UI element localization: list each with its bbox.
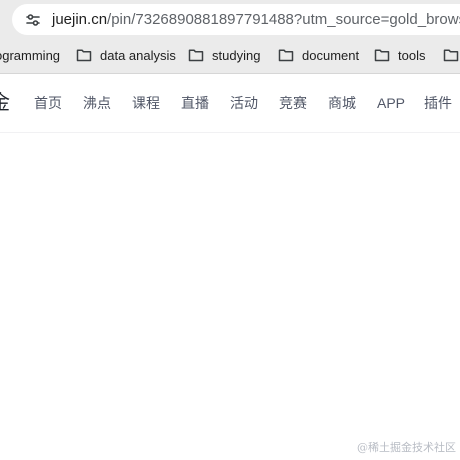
bookmark-label: data analysis <box>100 47 176 63</box>
bookmark-studying[interactable]: studying <box>188 45 260 65</box>
bookmark-overflow[interactable] <box>443 45 460 65</box>
nav-contests[interactable]: 竞赛 <box>279 93 307 113</box>
folder-icon <box>278 49 294 62</box>
nav-pins[interactable]: 沸点 <box>83 93 111 113</box>
url-path: /pin/7326890881897791488?utm_source=gold… <box>107 11 460 28</box>
nav-app[interactable]: APP <box>377 93 405 113</box>
folder-icon <box>443 49 459 62</box>
bookmark-label: document <box>302 47 360 63</box>
bookmark-tools[interactable]: tools <box>374 45 425 65</box>
site-logo[interactable]: 金 <box>0 91 10 115</box>
bookmarks-bar: ogramming data analysis studying documen… <box>0 40 460 70</box>
bookmark-programming[interactable]: ogramming <box>0 45 60 65</box>
site-header: 金 首页 沸点 课程 直播 活动 竞赛 商城 APP 插件 <box>0 74 460 133</box>
folder-icon <box>374 49 390 62</box>
bookmark-data-analysis[interactable]: data analysis <box>76 45 176 65</box>
nav-home[interactable]: 首页 <box>34 93 62 113</box>
folder-icon <box>188 49 204 62</box>
nav-plugins[interactable]: 插件 <box>424 93 452 113</box>
bookmark-document[interactable]: document <box>278 45 359 65</box>
nav-events[interactable]: 活动 <box>230 93 258 113</box>
tune-icon <box>26 14 40 26</box>
nav-live[interactable]: 直播 <box>181 93 209 113</box>
bookmark-label: studying <box>212 47 261 63</box>
folder-icon <box>76 49 92 62</box>
page-content: @稀土掘金技术社区 <box>0 133 460 460</box>
site-info-button[interactable] <box>21 8 45 32</box>
nav-shop[interactable]: 商城 <box>328 93 356 113</box>
nav-courses[interactable]: 课程 <box>132 93 160 113</box>
bookmark-label: tools <box>398 47 426 63</box>
bookmark-label: ogramming <box>0 47 61 63</box>
address-bar[interactable]: juejin.cn/pin/7326890881897791488?utm_so… <box>12 4 460 35</box>
url-text[interactable]: juejin.cn/pin/7326890881897791488?utm_so… <box>52 10 460 30</box>
url-host: juejin.cn <box>52 11 108 28</box>
browser-chrome: juejin.cn/pin/7326890881897791488?utm_so… <box>0 0 460 74</box>
watermark: @稀土掘金技术社区 <box>357 441 456 454</box>
